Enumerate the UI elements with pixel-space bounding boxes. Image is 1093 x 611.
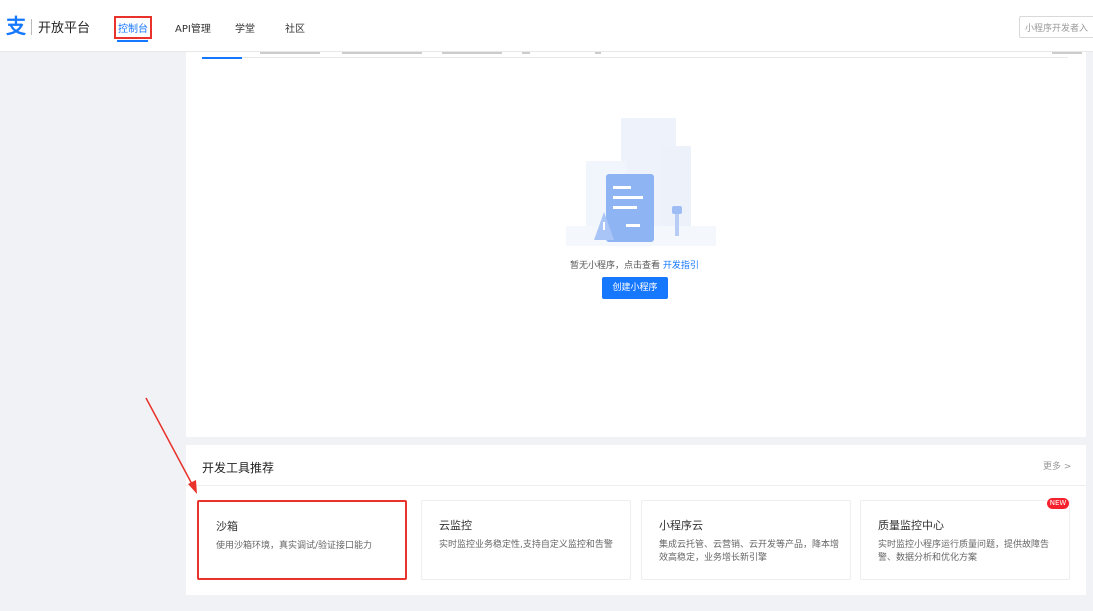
tool-card-miniprogram-cloud[interactable]: 小程序云 集成云托管、云营销、云开发等产品，降本增效高稳定，业务增长新引擎	[641, 500, 851, 580]
alipay-logo-icon[interactable]: 支	[6, 16, 26, 36]
top-header: 支 开放平台 控制台 API管理 学堂 社区 小程序开发者入	[0, 0, 1093, 52]
tab-stub[interactable]	[260, 52, 320, 54]
miniprogram-panel: 暂无小程序，点击查看 开发指引 创建小程序	[186, 52, 1086, 437]
nav-academy[interactable]: 学堂	[235, 20, 255, 35]
create-miniprogram-button[interactable]: 创建小程序	[602, 277, 668, 299]
platform-name: 开放平台	[38, 21, 91, 36]
more-tools-link[interactable]: 更多 >	[1043, 459, 1071, 472]
divider	[186, 485, 1086, 486]
tool-card-cloud-monitor[interactable]: 云监控 实时监控业务稳定性,支持自定义监控和告警	[421, 500, 631, 580]
tool-name: 沙箱	[216, 520, 238, 533]
tab-stub[interactable]	[522, 52, 530, 54]
tool-name: 云监控	[439, 519, 472, 532]
tab-active-indicator[interactable]	[202, 57, 242, 59]
tab-stub[interactable]	[595, 52, 601, 54]
empty-message: 暂无小程序，点击查看	[570, 261, 661, 271]
tool-desc: 实时监控业务稳定性,支持自定义监控和告警	[439, 540, 613, 550]
tool-card-quality-monitor[interactable]: NEW 质量监控中心 实时监控小程序运行质量问题，提供故障告警、数据分析和优化方…	[860, 498, 1070, 580]
tool-desc: 集成云托管、云营销、云开发等产品，降本增效高稳定，业务增长新引擎	[659, 540, 840, 563]
tool-desc: 实时监控小程序运行质量问题，提供故障告警、数据分析和优化方案	[878, 540, 1050, 563]
nav-console[interactable]: 控制台	[114, 16, 152, 39]
tool-name: 质量监控中心	[878, 519, 944, 532]
tab-stub[interactable]	[442, 52, 502, 54]
tab-stub[interactable]	[342, 52, 422, 54]
new-badge: NEW	[1047, 498, 1069, 509]
nav-community[interactable]: 社区	[285, 20, 305, 35]
tool-card-sandbox[interactable]: 沙箱 使用沙箱环境，真实调试/验证接口能力	[197, 500, 407, 580]
logo-divider	[31, 19, 32, 35]
tool-name: 小程序云	[659, 519, 703, 532]
tab-bar	[202, 52, 1082, 59]
dev-tools-panel: 开发工具推荐 更多 > 沙箱 使用沙箱环境，真实调试/验证接口能力 云监控 实时…	[186, 445, 1086, 595]
dev-tools-title: 开发工具推荐	[202, 461, 275, 475]
search-input[interactable]: 小程序开发者入	[1019, 16, 1093, 38]
empty-state-text: 暂无小程序，点击查看 开发指引	[570, 258, 699, 271]
nav-api-management[interactable]: API管理	[175, 20, 211, 35]
tab-stub[interactable]	[1052, 52, 1082, 54]
nav-active-underline	[117, 40, 148, 42]
empty-state-illustration	[566, 118, 716, 246]
dev-guide-link[interactable]: 开发指引	[663, 261, 699, 271]
tool-desc: 使用沙箱环境，真实调试/验证接口能力	[216, 541, 373, 551]
